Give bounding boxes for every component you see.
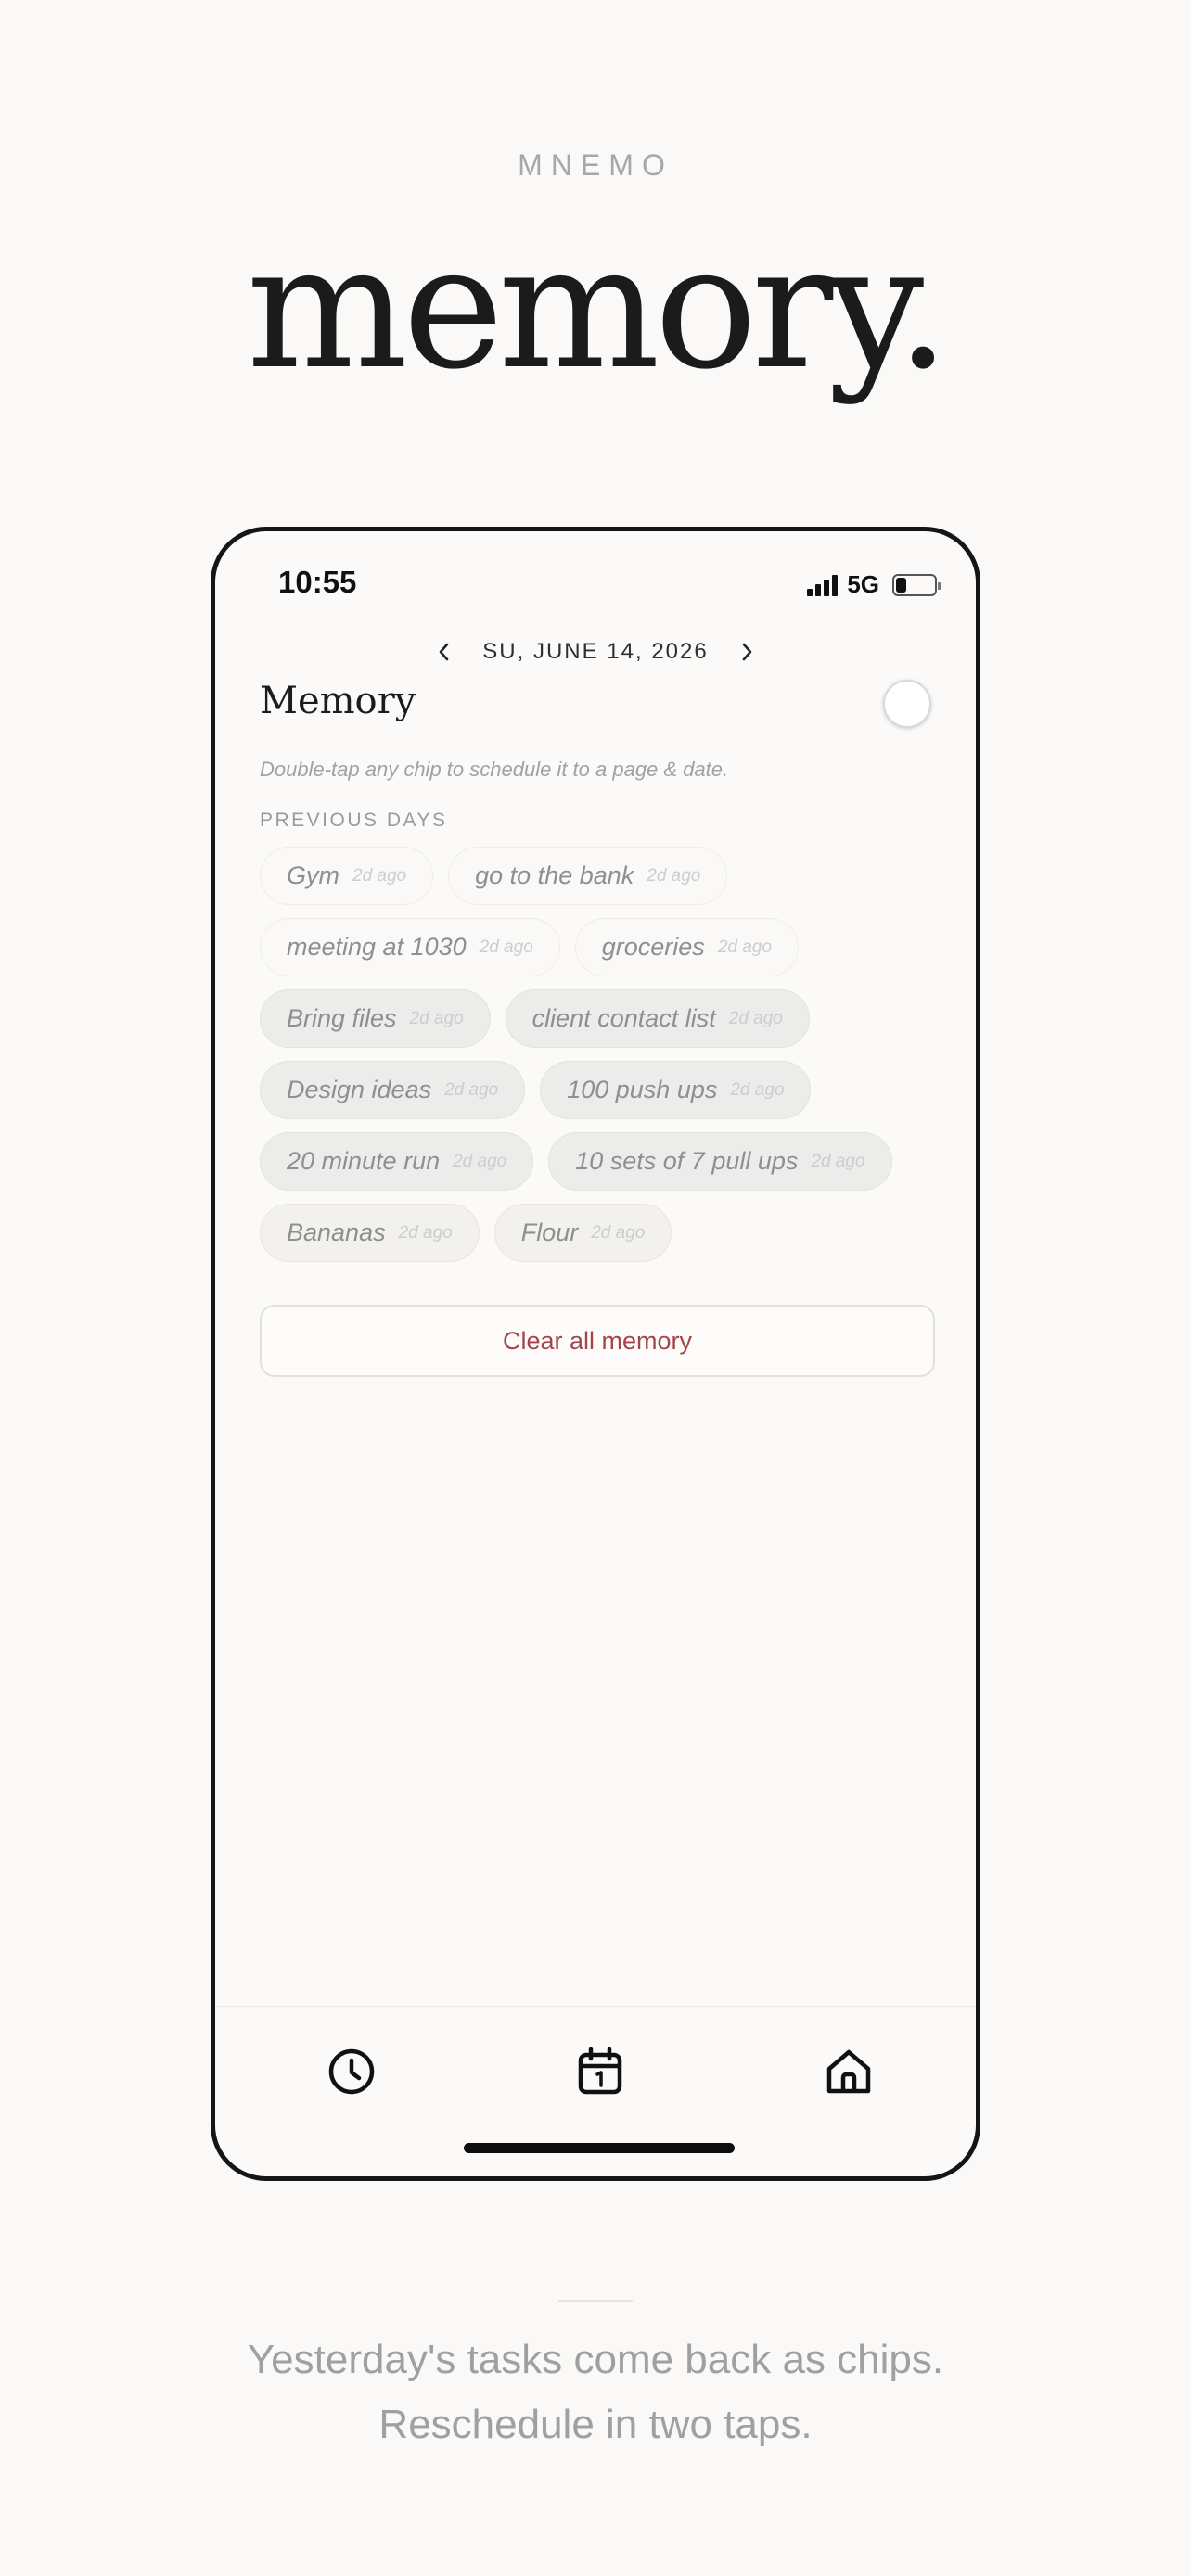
status-time: 10:55 bbox=[278, 565, 357, 599]
chip-label: Gym bbox=[287, 861, 339, 889]
chip-age: 2d ago bbox=[409, 1008, 464, 1028]
chip-label: 10 sets of 7 pull ups bbox=[575, 1147, 799, 1175]
caption-divider bbox=[558, 2300, 633, 2302]
tab-home[interactable] bbox=[819, 2042, 878, 2101]
caption-line-2: Reschedule in two taps. bbox=[378, 2402, 813, 2447]
chip-age: 2d ago bbox=[647, 865, 701, 886]
tab-history[interactable] bbox=[322, 2042, 381, 2101]
network-type: 5G bbox=[847, 570, 879, 598]
memory-chip[interactable]: Flour 2d ago bbox=[493, 1204, 672, 1262]
memory-chip[interactable]: groceries 2d ago bbox=[574, 918, 799, 976]
chip-label: Flour bbox=[520, 1218, 579, 1246]
memory-chip[interactable]: Design ideas 2d ago bbox=[260, 1061, 526, 1119]
chip-age: 2d ago bbox=[811, 1151, 865, 1171]
memory-chip[interactable]: 100 push ups 2d ago bbox=[540, 1061, 812, 1119]
status-indicators: 5G bbox=[807, 570, 941, 599]
home-indicator[interactable] bbox=[464, 2143, 735, 2153]
chip-age: 2d ago bbox=[717, 937, 772, 957]
chip-label: meeting at 1030 bbox=[287, 933, 467, 961]
clear-all-memory-label: Clear all memory bbox=[502, 1326, 693, 1355]
chevron-right-icon[interactable] bbox=[733, 638, 761, 666]
chip-label: go to the bank bbox=[475, 861, 634, 889]
status-bar: 10:55 5G bbox=[215, 531, 976, 633]
chip-age: 2d ago bbox=[444, 1079, 499, 1100]
calendar-icon bbox=[578, 2047, 622, 2095]
chip-label: Bananas bbox=[287, 1218, 386, 1246]
chip-age: 2d ago bbox=[591, 1222, 646, 1243]
memory-chip[interactable]: Bananas 2d ago bbox=[260, 1204, 480, 1262]
chip-label: Bring files bbox=[287, 1004, 397, 1032]
memory-chip[interactable]: client contact list 2d ago bbox=[505, 989, 810, 1048]
memory-chip-list: Gym 2d ago go to the bank 2d ago meeting at … bbox=[260, 847, 946, 1262]
chip-label: groceries bbox=[601, 933, 705, 961]
memory-chip[interactable]: go to the bank 2d ago bbox=[448, 847, 728, 905]
hero-headline: memory. bbox=[246, 209, 951, 407]
chip-age: 2d ago bbox=[453, 1151, 507, 1171]
hint-text: Double-tap any chip to schedule it to a … bbox=[260, 758, 729, 781]
chip-label: 100 push ups bbox=[567, 1076, 718, 1103]
chip-age: 2d ago bbox=[479, 937, 533, 957]
signal-icon bbox=[807, 574, 839, 596]
memory-chip[interactable]: Gym 2d ago bbox=[260, 847, 434, 905]
clear-all-memory-button[interactable]: Clear all memory bbox=[260, 1305, 935, 1377]
select-toggle[interactable] bbox=[883, 680, 931, 728]
clock-icon bbox=[328, 2048, 375, 2095]
chevron-left-icon[interactable] bbox=[430, 638, 458, 666]
chip-label: 20 minute run bbox=[287, 1147, 441, 1175]
brand-wordmark: MNEMO bbox=[518, 148, 673, 182]
date-label[interactable]: SU, JUNE 14, 2026 bbox=[482, 639, 708, 665]
date-navigator: SU, JUNE 14, 2026 bbox=[215, 633, 976, 670]
battery-fill bbox=[896, 577, 907, 593]
screen-title: Memory bbox=[260, 680, 416, 722]
caption-line-1: Yesterday's tasks come back as chips. bbox=[247, 2337, 944, 2382]
tab-calendar[interactable] bbox=[570, 2042, 630, 2101]
chip-age: 2d ago bbox=[398, 1222, 453, 1243]
chip-age: 2d ago bbox=[728, 1008, 783, 1028]
chip-label: Design ideas bbox=[287, 1076, 432, 1103]
marketing-caption: Yesterday's tasks come back as chips. Re… bbox=[0, 2327, 1191, 2457]
memory-chip[interactable]: Bring files 2d ago bbox=[260, 989, 491, 1048]
memory-chip[interactable]: 10 sets of 7 pull ups 2d ago bbox=[548, 1132, 892, 1191]
memory-chip[interactable]: 20 minute run 2d ago bbox=[260, 1132, 534, 1191]
section-label-previous-days: PREVIOUS DAYS bbox=[260, 810, 448, 831]
home-icon bbox=[826, 2049, 871, 2094]
chip-age: 2d ago bbox=[730, 1079, 785, 1100]
bottom-tab-bar bbox=[215, 2006, 976, 2126]
phone-frame: 10:55 5G SU, JUNE 14, 2026 Memory Double… bbox=[211, 527, 980, 2181]
battery-icon bbox=[892, 573, 941, 596]
chip-age: 2d ago bbox=[352, 865, 407, 886]
chip-label: client contact list bbox=[531, 1004, 716, 1032]
memory-chip[interactable]: meeting at 1030 2d ago bbox=[260, 918, 560, 976]
